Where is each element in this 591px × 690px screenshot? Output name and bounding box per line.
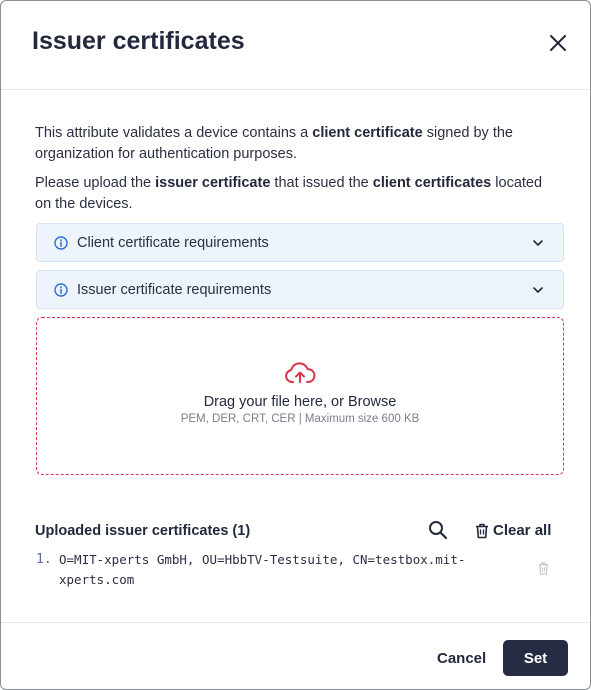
description-text: that issued the bbox=[270, 175, 373, 191]
delete-certificate-button[interactable] bbox=[538, 562, 549, 575]
file-dropzone[interactable]: Drag your file here, or Browse PEM, DER,… bbox=[36, 317, 564, 475]
description-paragraph-1: This attribute validates a device contai… bbox=[35, 123, 555, 165]
clear-all-button[interactable]: Clear all bbox=[475, 522, 551, 539]
search-button[interactable] bbox=[428, 520, 450, 542]
dropzone-instruction: Drag your file here, or Browse bbox=[203, 394, 397, 410]
cloud-upload-icon bbox=[284, 362, 316, 384]
accordion-issuer-certificate-requirements[interactable]: Issuer certificate requirements bbox=[36, 270, 564, 309]
uploaded-certificates-heading: Uploaded issuer certificates (1) bbox=[35, 523, 251, 539]
accordion-label: Client certificate requirements bbox=[77, 234, 269, 251]
dropzone-file-constraints: PEM, DER, CRT, CER | Maximum size 600 KB bbox=[180, 413, 420, 425]
set-button[interactable]: Set bbox=[503, 640, 568, 676]
certificate-list-number: 1. bbox=[36, 552, 52, 567]
accordion-client-certificate-requirements[interactable]: Client certificate requirements bbox=[36, 223, 564, 262]
dialog-footer: Cancel Set bbox=[1, 622, 590, 689]
dialog-title: Issuer certificates bbox=[32, 27, 245, 55]
emphasized-text: client certificate bbox=[312, 125, 423, 141]
emphasized-text: client certificates bbox=[372, 175, 492, 191]
description-paragraph-2: Please upload the issuer certificate tha… bbox=[35, 173, 555, 215]
info-icon bbox=[54, 282, 68, 297]
close-button[interactable] bbox=[546, 31, 570, 55]
info-icon bbox=[54, 235, 68, 250]
chevron-down-icon bbox=[532, 239, 544, 247]
close-icon bbox=[550, 35, 566, 51]
description-text: This attribute validates a device contai… bbox=[35, 125, 313, 141]
description-text: Please upload the bbox=[35, 175, 156, 191]
emphasized-text: issuer certificate bbox=[155, 175, 271, 191]
cancel-button[interactable]: Cancel bbox=[423, 640, 500, 676]
chevron-down-icon bbox=[532, 286, 544, 294]
certificate-subject: O=MIT-xperts GmbH, OU=HbbTV-Testsuite, C… bbox=[59, 552, 466, 587]
trash-icon bbox=[475, 523, 489, 539]
search-icon bbox=[429, 521, 448, 540]
clear-all-label: Clear all bbox=[493, 522, 552, 539]
accordion-label: Issuer certificate requirements bbox=[77, 281, 272, 298]
issuer-certificates-dialog: Issuer certificates This attribute valid… bbox=[0, 0, 591, 690]
dialog-header: Issuer certificates bbox=[1, 1, 590, 90]
trash-icon bbox=[538, 562, 549, 575]
